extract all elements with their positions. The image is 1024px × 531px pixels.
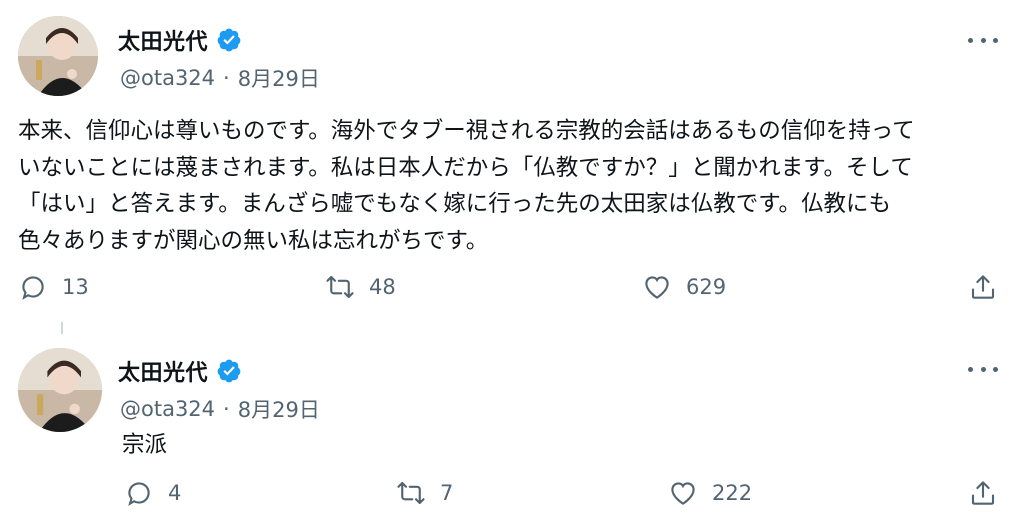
retweet-count: 7 [440,481,454,505]
share-icon [971,275,995,299]
verified-badge-icon [217,28,241,52]
heart-icon [645,276,669,299]
tweet-text: 本来、信仰心は尊いものです。海外でタブー視される宗教的会話はあるもの信仰を持って… [18,118,915,254]
more-dots-icon[interactable] [968,359,998,379]
action-bar: 13 48 629 [0,272,1024,312]
action-bar: 4 7 222 [0,478,1024,518]
share-button[interactable] [968,478,998,508]
tweet-text: 宗派 [122,432,168,458]
separator-dot: · [223,66,230,90]
reply-button[interactable]: 13 [18,272,89,302]
user-handle[interactable]: @ota324 [120,66,215,90]
avatar-photo [18,348,102,432]
reply-button[interactable]: 4 [124,478,181,508]
display-name[interactable]: 太田光代 [118,24,208,56]
heart-icon [671,482,695,505]
like-button[interactable]: 629 [642,272,726,302]
reply-icon [22,276,44,300]
like-button[interactable]: 222 [668,478,752,508]
avatar[interactable] [18,16,98,96]
separator-dot: · [223,397,230,421]
avatar-photo [18,16,98,96]
display-name[interactable]: 太田光代 [118,355,208,387]
tweet-date[interactable]: 8月29日 [238,63,320,93]
retweet-count: 48 [369,275,396,299]
retweet-icon [397,481,425,505]
reply-count: 13 [62,275,89,299]
share-button[interactable] [968,272,998,302]
retweet-button[interactable]: 48 [325,272,396,302]
like-count: 222 [712,481,753,505]
user-handle[interactable]: @ota324 [120,397,215,421]
tweet[interactable]: 太田光代 @ota324 · 8月29日 本来、信仰心は尊いものです。海外でタブ… [0,0,1024,330]
tweet-date[interactable]: 8月29日 [238,394,320,424]
verified-badge-icon [217,359,241,383]
like-count: 629 [686,275,727,299]
retweet-button[interactable]: 7 [396,478,453,508]
retweet-icon [326,275,354,299]
more-dots-icon[interactable] [968,30,998,50]
reply-icon [128,482,150,506]
tweet[interactable]: 太田光代 @ota324 · 8月29日 宗派 4 7 222 [0,330,1024,531]
reply-count: 4 [168,481,182,505]
avatar[interactable] [18,348,102,432]
share-icon [971,481,995,505]
